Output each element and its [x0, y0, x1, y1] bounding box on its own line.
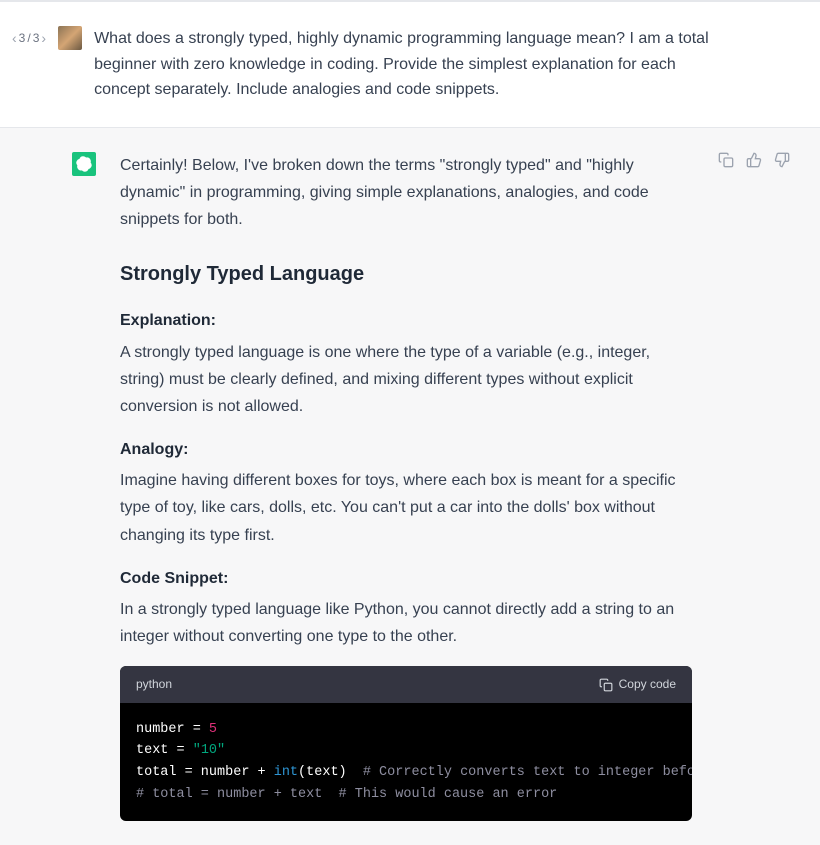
user-message-row: ‹ 3 / 3 › What does a strongly typed, hi…: [0, 2, 820, 127]
code-block: python Copy code number = 5 text = "10" …: [120, 666, 692, 821]
message-actions: [718, 152, 790, 168]
snippet-text: In a strongly typed language like Python…: [120, 596, 692, 650]
code-body: number = 5 text = "10" total = number + …: [120, 703, 692, 821]
nav-current: 3: [19, 31, 26, 45]
snippet-label: Code Snippet:: [120, 565, 692, 592]
copy-code-label: Copy code: [619, 674, 676, 694]
analogy-label: Analogy:: [120, 436, 692, 463]
explanation-text: A strongly typed language is one where t…: [120, 339, 692, 421]
message-nav: ‹ 3 / 3 ›: [12, 30, 46, 46]
next-message-icon[interactable]: ›: [41, 30, 46, 46]
intro-text: Certainly! Below, I've broken down the t…: [120, 152, 692, 234]
copy-icon[interactable]: [718, 152, 734, 168]
code-lang: python: [136, 674, 172, 694]
clipboard-icon: [599, 678, 613, 692]
code-header: python Copy code: [120, 666, 692, 702]
copy-code-button[interactable]: Copy code: [599, 674, 676, 694]
thumbs-down-icon[interactable]: [774, 152, 790, 168]
analogy-text: Imagine having different boxes for toys,…: [120, 467, 692, 549]
explanation-label: Explanation:: [120, 307, 692, 334]
assistant-content: Certainly! Below, I've broken down the t…: [120, 152, 772, 821]
nav-total: 3: [33, 31, 40, 45]
prev-message-icon[interactable]: ‹: [12, 30, 17, 46]
user-message-text: What does a strongly typed, highly dynam…: [94, 26, 772, 103]
thumbs-up-icon[interactable]: [746, 152, 762, 168]
assistant-avatar: [72, 152, 96, 176]
user-avatar: [58, 26, 82, 50]
assistant-message-row: Certainly! Below, I've broken down the t…: [0, 127, 820, 845]
section-heading: Strongly Typed Language: [120, 257, 692, 291]
